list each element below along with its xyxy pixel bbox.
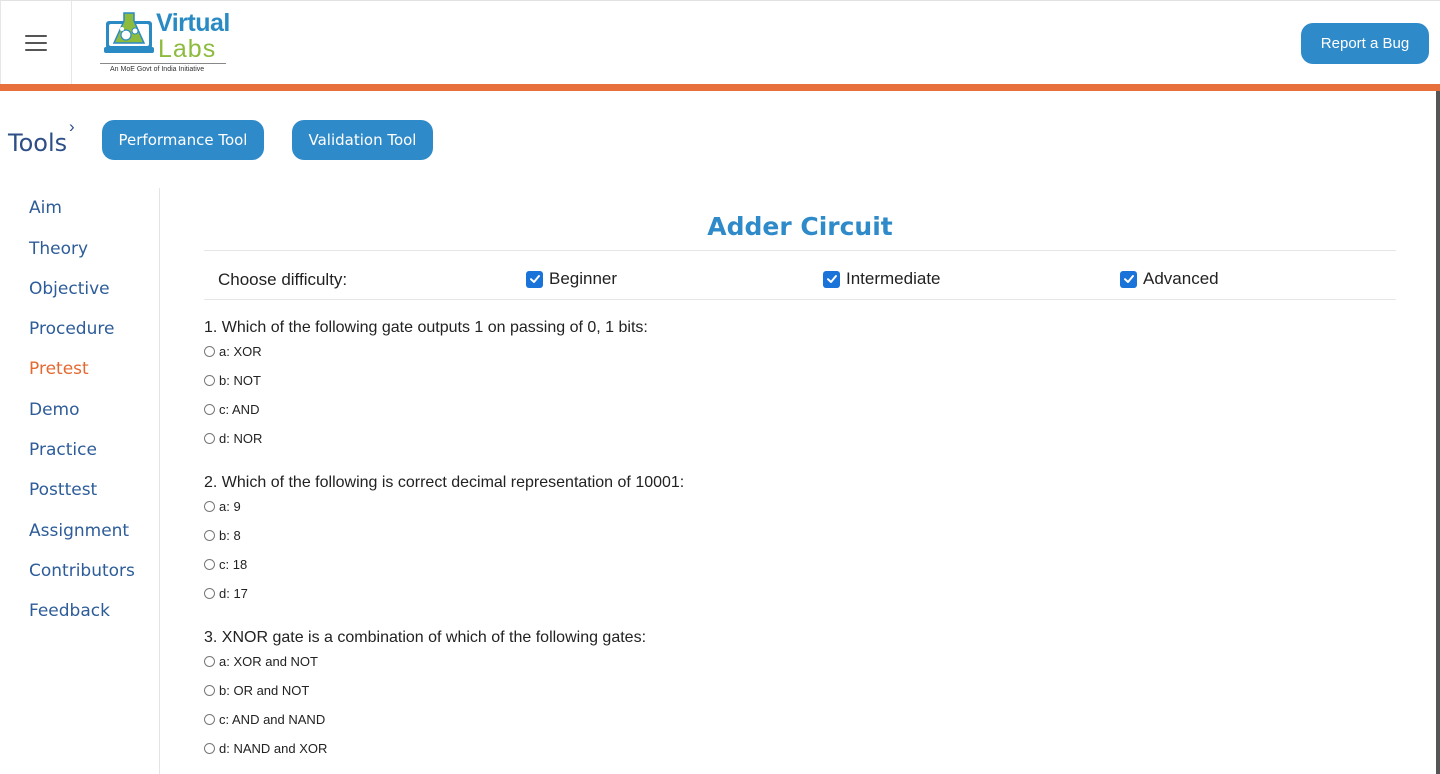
logo-text-labs: Labs xyxy=(158,35,217,63)
option-label: b: NOT xyxy=(219,373,261,388)
radio-icon[interactable] xyxy=(204,346,215,357)
scrollbar-edge xyxy=(1436,91,1440,774)
sidebar-item-objective[interactable]: Objective xyxy=(29,279,110,299)
question-text: 1. Which of the following gate outputs 1… xyxy=(204,319,648,336)
logo-tagline: An MoE Govt of India Initiative xyxy=(110,66,205,73)
option-1b[interactable]: b: NOT xyxy=(204,373,261,388)
difficulty-option-label: Beginner xyxy=(549,269,618,288)
option-label: c: AND and NAND xyxy=(219,712,326,727)
radio-icon[interactable] xyxy=(204,433,215,444)
checkbox-checked-icon[interactable] xyxy=(526,270,543,288)
option-label: c: AND xyxy=(219,402,260,417)
radio-icon[interactable] xyxy=(204,530,215,541)
sidebar-item-posttest[interactable]: Posttest xyxy=(29,480,97,500)
option-2b[interactable]: b: 8 xyxy=(204,528,241,543)
performance-tool-button[interactable]: Performance Tool xyxy=(102,120,264,160)
header-accent-bar xyxy=(0,84,1440,91)
option-3c[interactable]: c: AND and NAND xyxy=(204,712,325,727)
sidebar-item-feedback[interactable]: Feedback xyxy=(29,601,110,621)
sidebar-item-contributors[interactable]: Contributors xyxy=(29,561,135,581)
checkbox-checked-icon[interactable] xyxy=(823,270,840,288)
radio-icon[interactable] xyxy=(204,588,215,599)
top-header: Virtual Labs An MoE Govt of India Initia… xyxy=(0,0,1440,85)
radio-icon[interactable] xyxy=(204,375,215,386)
option-label: a: 9 xyxy=(219,499,241,514)
radio-icon[interactable] xyxy=(204,404,215,415)
option-label: a: XOR and NOT xyxy=(219,654,318,669)
question-3: 3. XNOR gate is a combination of which o… xyxy=(204,628,1104,756)
hamburger-icon xyxy=(25,35,47,51)
option-1c[interactable]: c: AND xyxy=(204,402,259,417)
question-2: 2. Which of the following is correct dec… xyxy=(204,473,1104,601)
option-2a[interactable]: a: 9 xyxy=(204,499,241,514)
option-label: c: 18 xyxy=(219,557,248,572)
difficulty-label: Choose difficulty: xyxy=(218,270,348,289)
sidebar-item-assignment[interactable]: Assignment xyxy=(29,521,129,541)
virtual-labs-logo[interactable]: Virtual Labs An MoE Govt of India Initia… xyxy=(96,7,252,79)
tools-label: Tools xyxy=(8,129,68,157)
option-label: a: XOR xyxy=(219,344,262,359)
chevron-right-icon: › xyxy=(69,117,75,136)
radio-icon[interactable] xyxy=(204,714,215,725)
option-label: b: 8 xyxy=(219,528,241,543)
option-3b[interactable]: b: OR and NOT xyxy=(204,683,309,698)
option-label: d: 17 xyxy=(219,586,248,601)
option-3a[interactable]: a: XOR and NOT xyxy=(204,654,318,669)
radio-icon[interactable] xyxy=(204,743,215,754)
sidebar-item-procedure[interactable]: Procedure xyxy=(29,319,114,339)
sidebar-item-practice[interactable]: Practice xyxy=(29,440,97,460)
option-2c[interactable]: c: 18 xyxy=(204,557,247,572)
sidebar-item-pretest[interactable]: Pretest xyxy=(29,359,89,379)
difficulty-beginner[interactable]: Beginner xyxy=(526,269,617,289)
option-1a[interactable]: a: XOR xyxy=(204,344,262,359)
question-1: 1. Which of the following gate outputs 1… xyxy=(204,318,1104,446)
page-title: Adder Circuit xyxy=(707,212,893,241)
menu-button[interactable] xyxy=(0,1,72,85)
difficulty-intermediate[interactable]: Intermediate xyxy=(823,269,941,289)
difficulty-divider xyxy=(204,299,1396,300)
report-bug-button[interactable]: Report a Bug xyxy=(1301,23,1429,64)
flask-logo-icon xyxy=(104,12,154,53)
radio-icon[interactable] xyxy=(204,501,215,512)
difficulty-option-label: Advanced xyxy=(1143,269,1219,288)
question-text: 2. Which of the following is correct dec… xyxy=(204,474,685,491)
difficulty-option-label: Intermediate xyxy=(846,269,941,288)
validation-tool-button[interactable]: Validation Tool xyxy=(292,120,433,160)
option-label: d: NOR xyxy=(219,431,263,446)
option-3d[interactable]: d: NAND and XOR xyxy=(204,741,327,756)
radio-icon[interactable] xyxy=(204,685,215,696)
radio-icon[interactable] xyxy=(204,559,215,570)
option-2d[interactable]: d: 17 xyxy=(204,586,248,601)
difficulty-selector: Choose difficulty: Beginner Intermediate… xyxy=(204,251,1396,299)
sidebar-nav: Aim Theory Objective Procedure Pretest D… xyxy=(0,188,160,774)
sidebar-item-demo[interactable]: Demo xyxy=(29,400,80,420)
logo-divider xyxy=(100,63,226,64)
logo-text-virtual: Virtual xyxy=(156,9,230,37)
radio-icon[interactable] xyxy=(204,656,215,667)
option-label: b: OR and NOT xyxy=(219,683,310,698)
difficulty-advanced[interactable]: Advanced xyxy=(1120,269,1219,289)
sidebar-item-aim[interactable]: Aim xyxy=(29,198,62,218)
checkbox-checked-icon[interactable] xyxy=(1120,270,1137,288)
sidebar-item-theory[interactable]: Theory xyxy=(29,239,88,259)
option-label: d: NAND and XOR xyxy=(219,741,328,756)
question-text: 3. XNOR gate is a combination of which o… xyxy=(204,629,647,646)
option-1d[interactable]: d: NOR xyxy=(204,431,262,446)
